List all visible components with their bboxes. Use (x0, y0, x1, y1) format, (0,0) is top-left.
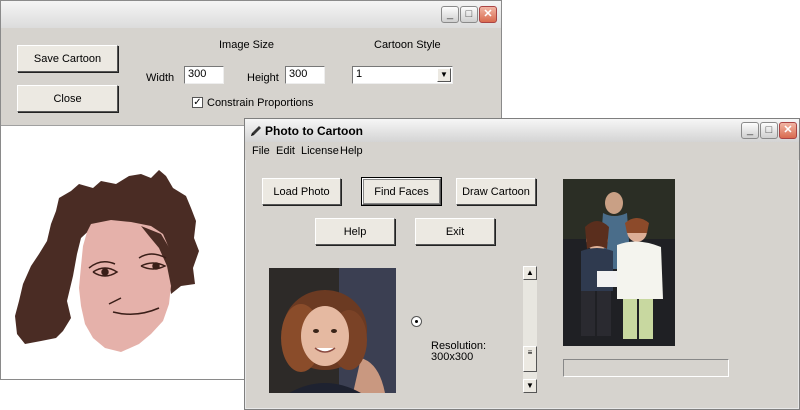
cartoon-style-select[interactable]: 1 ▼ (352, 66, 453, 84)
width-field[interactable]: 300 (184, 66, 224, 84)
window-title: Photo to Cartoon (265, 124, 363, 138)
scroll-thumb[interactable]: ≡ (523, 346, 537, 372)
vertical-scrollbar[interactable]: ▲ ≡ ▼ (523, 266, 537, 393)
cartoon-settings-panel: Save Cartoon Close Image Size Width 300 … (1, 28, 501, 126)
image-size-heading: Image Size (219, 39, 275, 51)
face-photo (269, 268, 396, 393)
minimize-button[interactable]: _ (741, 122, 759, 139)
close-window-button[interactable]: ✕ (779, 122, 797, 139)
photo-to-cartoon-window: Photo to Cartoon _ □ ✕ File Edit License… (244, 118, 800, 410)
minimize-button[interactable]: _ (441, 6, 459, 23)
cartoon-window-titlebar[interactable]: _ □ ✕ (1, 1, 501, 29)
constrain-proportions-label: Constrain Proportions (207, 97, 314, 109)
scroll-up-icon[interactable]: ▲ (523, 266, 537, 280)
height-field[interactable]: 300 (285, 66, 325, 84)
height-label: Height (247, 72, 279, 84)
cartoon-style-heading: Cartoon Style (374, 39, 441, 51)
maximize-button[interactable]: □ (760, 122, 778, 139)
scroll-down-icon[interactable]: ▼ (523, 379, 537, 393)
draw-cartoon-button[interactable]: Draw Cartoon (456, 178, 536, 205)
find-faces-button[interactable]: Find Faces (361, 177, 442, 206)
constrain-proportions-checkbox[interactable]: ✓ (192, 97, 203, 108)
progress-bar (563, 359, 729, 377)
photo-to-cartoon-titlebar[interactable]: Photo to Cartoon _ □ ✕ (245, 119, 799, 143)
menu-license[interactable]: License (301, 145, 339, 157)
menu-edit[interactable]: Edit (276, 145, 295, 157)
load-photo-button[interactable]: Load Photo (262, 178, 341, 205)
menu-bar: File Edit License Help (245, 142, 799, 160)
cartoon-style-value: 1 (356, 68, 363, 80)
source-photo (563, 179, 675, 346)
maximize-button[interactable]: □ (460, 6, 478, 23)
pencil-icon (251, 126, 261, 136)
close-window-button[interactable]: ✕ (479, 6, 497, 23)
help-button[interactable]: Help (315, 218, 395, 245)
close-button[interactable]: Close (17, 85, 118, 112)
menu-file[interactable]: File (252, 145, 270, 157)
save-cartoon-button[interactable]: Save Cartoon (17, 45, 118, 72)
resolution-value: 300x300 (431, 351, 474, 363)
menu-help[interactable]: Help (340, 145, 363, 157)
chevron-down-icon[interactable]: ▼ (437, 68, 451, 82)
radio-icon[interactable] (411, 316, 422, 327)
cartoon-canvas (15, 170, 199, 352)
width-label: Width (146, 72, 175, 84)
checkmark-icon: ✓ (193, 97, 202, 108)
exit-button[interactable]: Exit (415, 218, 495, 245)
